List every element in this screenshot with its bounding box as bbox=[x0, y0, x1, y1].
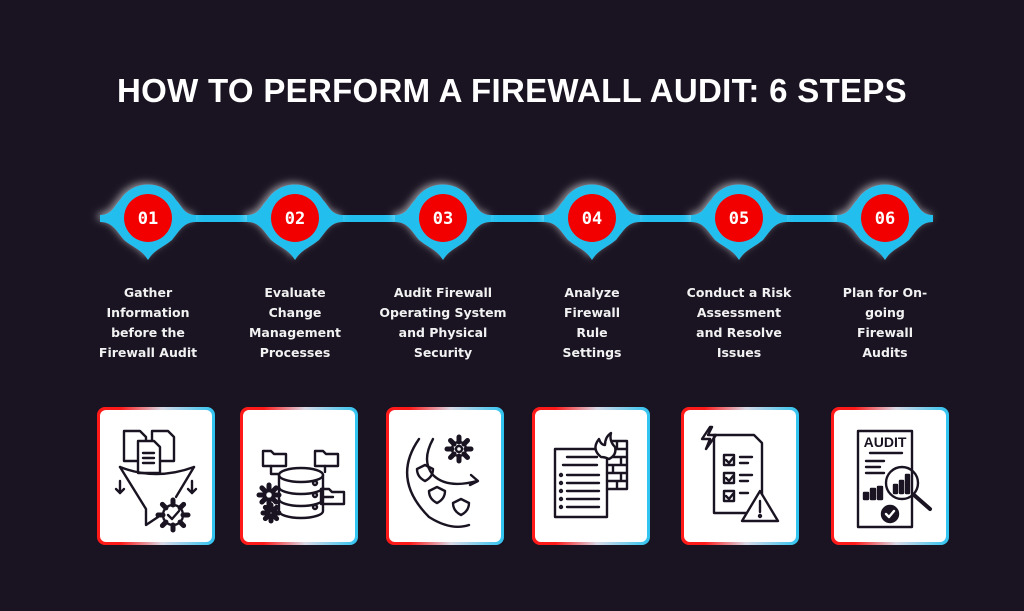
checklist-warning-icon bbox=[700, 425, 780, 523]
step-label-line: and Physical bbox=[398, 325, 488, 340]
step-number: 02 bbox=[285, 209, 305, 229]
step-label-line: Management bbox=[248, 325, 341, 340]
step-card-05 bbox=[681, 407, 799, 545]
step-marker-06: 06 bbox=[837, 184, 933, 260]
step-card-03 bbox=[386, 407, 504, 545]
step-label-line: Rule bbox=[576, 325, 608, 340]
step-label-line: going bbox=[865, 305, 905, 320]
step-card-04 bbox=[532, 407, 650, 545]
card-body bbox=[684, 410, 796, 542]
step-label-line: Analyze bbox=[564, 285, 620, 300]
step-card-06: AUDIT bbox=[831, 407, 949, 545]
step-label-line: Gather bbox=[123, 285, 173, 300]
step-label-line: and Resolve bbox=[696, 325, 782, 340]
step-label-line: Firewall Audit bbox=[98, 345, 198, 360]
step-label-01: Gather Information before the Firewall Audi… bbox=[73, 283, 223, 363]
step-label-line: Information bbox=[106, 305, 190, 320]
step-label-line: Operating System bbox=[379, 305, 507, 320]
step-marker-03: 03 bbox=[395, 184, 491, 260]
step-label-line: Assessment bbox=[696, 305, 782, 320]
step-card-02 bbox=[240, 407, 358, 545]
step-marker-05: 05 bbox=[691, 184, 787, 260]
step-label-02: Evaluate Change Management Processes bbox=[220, 283, 370, 363]
step-label-line: Evaluate bbox=[264, 285, 326, 300]
step-label-line: Security bbox=[413, 345, 473, 360]
firewall-document-icon bbox=[553, 431, 629, 519]
shields-gear-cycle-icon bbox=[405, 434, 480, 528]
step-marker-01: 01 bbox=[100, 184, 196, 260]
step-label-line: Plan for On- bbox=[842, 285, 928, 300]
step-label-06: Plan for On-going Firewall Audits bbox=[810, 283, 960, 363]
step-label-line: Issues bbox=[716, 345, 762, 360]
funnel-documents-gear-check-icon bbox=[114, 429, 198, 533]
card-body: AUDIT bbox=[834, 410, 946, 542]
step-label-line: Firewall bbox=[563, 305, 621, 320]
database-folders-gears-icon bbox=[256, 449, 346, 524]
step-label-line: Processes bbox=[259, 345, 331, 360]
step-marker-04: 04 bbox=[544, 184, 640, 260]
step-number: 04 bbox=[582, 209, 602, 229]
card-body bbox=[100, 410, 212, 542]
step-label-line: Firewall bbox=[856, 325, 914, 340]
step-number: 05 bbox=[729, 209, 749, 229]
step-label-04: Analyze Firewall Rule Settings bbox=[517, 283, 667, 363]
step-card-01 bbox=[97, 407, 215, 545]
audit-report-magnifier-icon: AUDIT bbox=[856, 429, 932, 529]
step-number: 01 bbox=[138, 209, 158, 229]
timeline-line bbox=[120, 215, 920, 222]
step-label-05: Conduct a Risk Assessment and Resolve Issue… bbox=[664, 283, 814, 363]
step-label-line: Audits bbox=[862, 345, 908, 360]
step-label-line: Change bbox=[268, 305, 322, 320]
card-body bbox=[243, 410, 355, 542]
card-body bbox=[389, 410, 501, 542]
step-marker-02: 02 bbox=[247, 184, 343, 260]
step-label-line: Settings bbox=[562, 345, 622, 360]
step-label-line: Audit Firewall bbox=[393, 285, 493, 300]
step-label-03: Audit Firewall Operating System and Physic… bbox=[368, 283, 518, 363]
audit-text: AUDIT bbox=[864, 434, 907, 450]
card-body bbox=[535, 410, 647, 542]
step-label-line: Conduct a Risk bbox=[686, 285, 792, 300]
step-label-line: before the bbox=[111, 325, 185, 340]
step-number: 03 bbox=[433, 209, 453, 229]
step-number: 06 bbox=[875, 209, 895, 229]
